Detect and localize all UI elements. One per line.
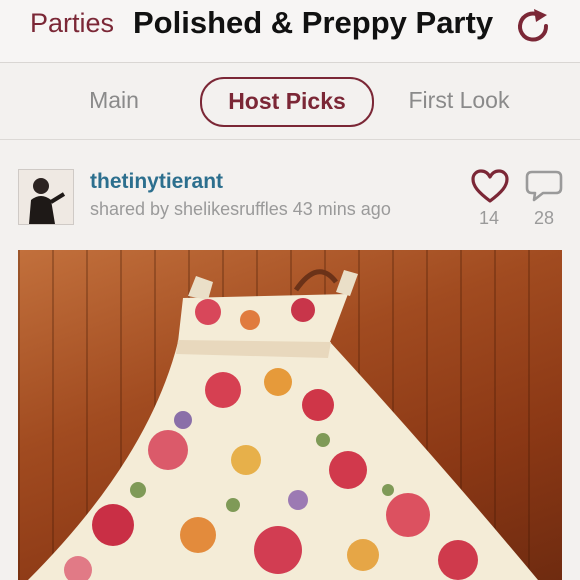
shared-by-text: shared by shelikesruffles 43 mins ago (90, 199, 391, 219)
parties-back-link[interactable]: Parties (30, 8, 114, 39)
tab-main[interactable]: Main (74, 77, 154, 123)
username-link[interactable]: thetinytierant (90, 170, 223, 194)
post-header: thetinytierant shared by shelikesruffles… (0, 140, 580, 250)
comment-icon[interactable] (524, 168, 564, 204)
refresh-icon[interactable] (512, 6, 554, 48)
post-photo[interactable] (18, 250, 562, 580)
likes-count: 14 (478, 208, 500, 228)
top-bar: Parties Polished & Preppy Party (0, 0, 580, 63)
tab-host-picks[interactable]: Host Picks (200, 77, 374, 127)
heart-icon[interactable] (470, 168, 510, 204)
page-title: Polished & Preppy Party (133, 5, 494, 40)
comments-count: 28 (533, 208, 555, 228)
tab-first-look[interactable]: First Look (396, 77, 522, 123)
tab-bar: Main Host Picks First Look (0, 63, 580, 140)
avatar[interactable] (18, 169, 74, 225)
